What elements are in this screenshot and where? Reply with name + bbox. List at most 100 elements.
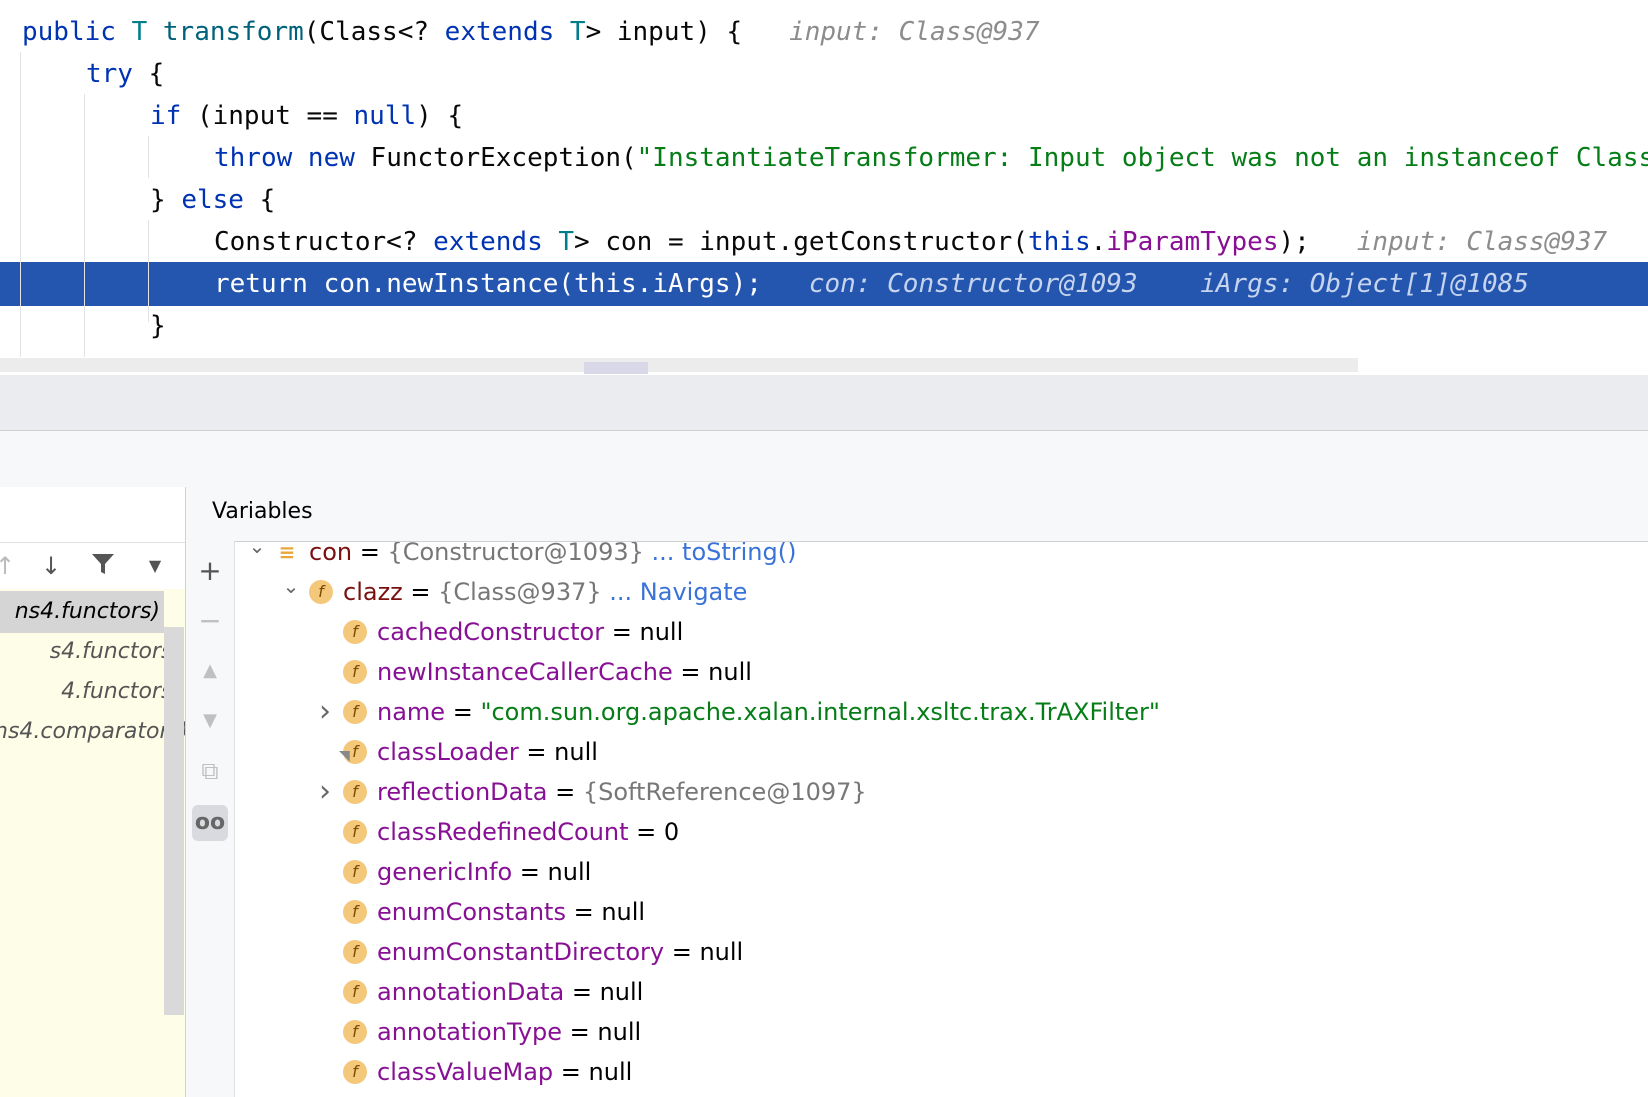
field-icon: f <box>343 780 367 804</box>
variable-row[interactable]: f annotationData = null <box>235 972 1648 1012</box>
variable-equals: = <box>445 698 481 726</box>
code-token: { <box>259 185 276 215</box>
chevron-down-icon[interactable]: ⌄ <box>279 566 303 606</box>
variable-row[interactable]: › f name = "com.sun.org.apache.xalan.inter… <box>235 692 1648 732</box>
arrow-up-icon[interactable]: ↑ <box>0 551 20 581</box>
variable-value: null <box>588 1058 633 1086</box>
variable-row[interactable]: f classRedefinedCount = 0 <box>235 812 1648 852</box>
editor-scrollbar-thumb[interactable] <box>584 362 648 374</box>
variable-value: null <box>699 938 744 966</box>
code-token: } <box>150 185 182 215</box>
variables-tree[interactable]: ⌄ ≡ con = {Constructor@1093} ... toString(… <box>235 542 1648 1097</box>
indent-guide <box>148 220 149 322</box>
variable-row[interactable]: f enumConstants = null <box>235 892 1648 932</box>
code-line[interactable]: } else { <box>0 178 1648 222</box>
code-line[interactable]: public T transform(Class<? extends T> in… <box>0 10 1648 54</box>
field-icon: f <box>309 580 333 604</box>
variable-text: reflectionData = {SoftReference@1097} <box>377 772 867 812</box>
variable-equals: = <box>565 898 602 926</box>
chevron-right-icon[interactable]: › <box>313 692 337 732</box>
copy-icon[interactable]: ⧉ <box>192 753 228 789</box>
variable-equals: = <box>604 618 640 646</box>
variable-action-link[interactable]: ... toString() <box>644 542 797 566</box>
move-down-icon[interactable]: ▼ <box>192 703 228 739</box>
field-icon: f <box>343 860 367 884</box>
code-editor[interactable]: public T transform(Class<? extends T> in… <box>0 0 1648 375</box>
frame-label: ns4.comparators) <box>0 719 185 744</box>
code-token: this <box>574 269 637 299</box>
variable-equals: = <box>518 738 555 766</box>
chevron-down-icon[interactable]: ▼ <box>140 551 170 581</box>
variable-text: con = {Constructor@1093} ... toString() <box>309 542 796 572</box>
variable-row[interactable]: › f reflectionData = {SoftReference@1097} <box>235 772 1648 812</box>
frames-toolbar: ↑ ↓ ▼ <box>0 543 185 589</box>
variable-row[interactable]: f enumConstantDirectory = null <box>235 932 1648 972</box>
inline-value-hint: con: Constructor@1093 iArgs: Object[1]@1… <box>808 269 1529 299</box>
variables-title: Variables <box>212 499 313 524</box>
variable-row[interactable]: ⌄ f clazz = {Class@937} ... Navigate <box>235 572 1648 612</box>
variables-side-toolbar: + − ▲ ▼ ⧉ oo <box>186 541 235 1097</box>
variable-equals: = <box>672 658 709 686</box>
code-token: FunctorException( <box>370 143 637 173</box>
watch-marker-icon: ◥ <box>339 736 350 764</box>
variable-text: name = "com.sun.org.apache.xalan.interna… <box>377 692 1160 732</box>
glasses-icon[interactable]: oo <box>192 805 228 841</box>
variable-row[interactable]: f newInstanceCallerCache = null <box>235 652 1648 692</box>
variable-action-link[interactable]: ... Navigate <box>602 578 747 606</box>
code-token: T <box>131 17 163 47</box>
variable-row[interactable]: ⌄ ≡ con = {Constructor@1093} ... toString(… <box>235 542 1648 572</box>
variable-name: annotationType <box>377 1018 563 1046</box>
code-token: public <box>22 17 132 47</box>
code-token: extends <box>444 17 570 47</box>
code-token: iArgs <box>652 269 731 299</box>
frame-item[interactable]: ns4.functors) <box>0 591 164 633</box>
code-line[interactable]: try { <box>0 52 1648 96</box>
variable-row[interactable]: f◥classLoader = null <box>235 732 1648 772</box>
code-line[interactable]: } <box>0 304 1648 348</box>
variable-name: name <box>377 698 446 726</box>
variable-row[interactable]: f classValueMap = null <box>235 1052 1648 1092</box>
frames-scrollbar[interactable] <box>164 627 184 1015</box>
move-up-icon[interactable]: ▲ <box>192 653 228 689</box>
frame-item[interactable]: ns4.comparators) <box>0 711 185 753</box>
execution-line[interactable]: return con.newInstance(this.iArgs); con:… <box>0 262 1648 306</box>
code-token: extends <box>433 227 559 257</box>
frames-header <box>0 487 185 543</box>
variable-text: newInstanceCallerCache = null <box>377 652 752 692</box>
code-line[interactable]: throw new FunctorException("InstantiateT… <box>0 136 1648 180</box>
code-line[interactable]: Constructor<? extends T> con = input.get… <box>0 220 1648 264</box>
editor-horizontal-scrollbar[interactable] <box>0 358 1358 372</box>
code-token: null <box>353 101 417 131</box>
arrow-down-icon[interactable]: ↓ <box>36 551 66 581</box>
filter-icon[interactable] <box>88 551 118 581</box>
field-icon: f <box>343 660 367 684</box>
frame-item[interactable]: 4.functors) <box>0 671 185 713</box>
code-token: else <box>181 185 260 215</box>
variable-text: classValueMap = null <box>377 1052 632 1092</box>
code-token: if <box>150 101 197 131</box>
variable-object-value: {Class@937} <box>438 578 602 606</box>
code-token: > input) { <box>585 17 790 47</box>
variable-text: enumConstantDirectory = null <box>377 932 743 972</box>
remove-watch-icon[interactable]: − <box>192 603 228 639</box>
variables-title-bar: Variables <box>186 487 1648 542</box>
code-token: (input == <box>196 101 354 131</box>
variable-value: null <box>708 658 752 686</box>
code-line[interactable]: if (input == null) { <box>0 94 1648 138</box>
chevron-down-icon[interactable]: ⌄ <box>245 542 269 566</box>
frame-item[interactable]: s4.functors) <box>0 631 185 673</box>
variable-name: classRedefinedCount <box>377 818 629 846</box>
variable-equals: = <box>553 1058 589 1086</box>
chevron-right-icon[interactable]: › <box>313 772 337 812</box>
field-icon: f <box>343 700 367 724</box>
variable-row[interactable]: f genericInfo = null <box>235 852 1648 892</box>
variable-value: null <box>639 618 684 646</box>
variable-row[interactable]: f annotationType = null <box>235 1012 1648 1052</box>
add-watch-icon[interactable]: + <box>192 553 228 589</box>
code-token: throw new <box>214 143 371 173</box>
variable-row[interactable]: f cachedConstructor = null <box>235 612 1648 652</box>
field-icon: f <box>343 820 367 844</box>
frame-label: ns4.functors) <box>14 599 160 624</box>
field-icon: f <box>343 620 367 644</box>
variable-text: clazz = {Class@937} ... Navigate <box>343 572 747 612</box>
